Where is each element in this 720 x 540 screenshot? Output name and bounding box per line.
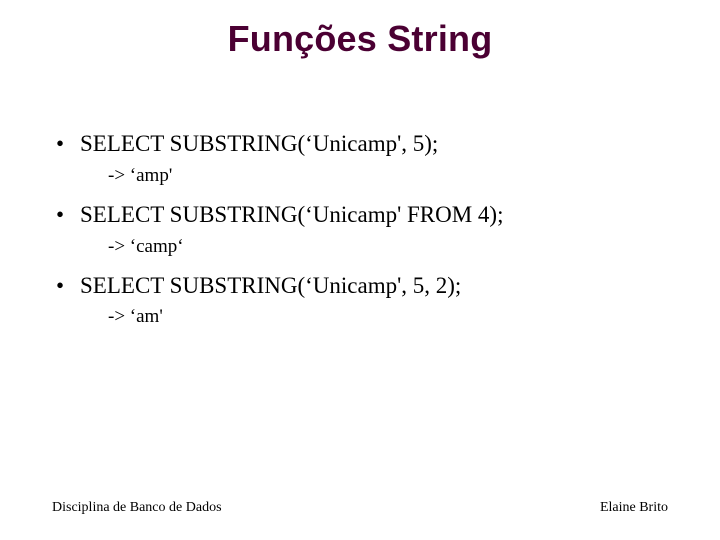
bullet-row: • SELECT SUBSTRING(‘Unicamp', 5); xyxy=(52,130,668,159)
code-line: SELECT SUBSTRING(‘Unicamp', 5, 2); xyxy=(80,272,668,301)
slide-title: Funções String xyxy=(0,0,720,60)
slide: Funções String • SELECT SUBSTRING(‘Unica… xyxy=(0,0,720,540)
bullet-icon: • xyxy=(52,201,80,230)
bullet-row: • SELECT SUBSTRING(‘Unicamp' FROM 4); xyxy=(52,201,668,230)
bullet-icon: • xyxy=(52,272,80,301)
bullet-row: • SELECT SUBSTRING(‘Unicamp', 5, 2); xyxy=(52,272,668,301)
slide-content: • SELECT SUBSTRING(‘Unicamp', 5); -> ‘am… xyxy=(52,130,668,342)
code-line: SELECT SUBSTRING(‘Unicamp', 5); xyxy=(80,130,668,159)
code-line: SELECT SUBSTRING(‘Unicamp' FROM 4); xyxy=(80,201,668,230)
result-line: -> ‘amp' xyxy=(52,159,668,197)
list-item: • SELECT SUBSTRING(‘Unicamp' FROM 4); ->… xyxy=(52,201,668,268)
result-line: -> ‘am' xyxy=(52,300,668,338)
bullet-icon: • xyxy=(52,130,80,159)
result-line: -> ‘camp‘ xyxy=(52,230,668,268)
footer-left: Disciplina de Banco de Dados xyxy=(52,500,222,516)
footer-right: Elaine Brito xyxy=(600,500,668,516)
list-item: • SELECT SUBSTRING(‘Unicamp', 5, 2); -> … xyxy=(52,272,668,339)
list-item: • SELECT SUBSTRING(‘Unicamp', 5); -> ‘am… xyxy=(52,130,668,197)
